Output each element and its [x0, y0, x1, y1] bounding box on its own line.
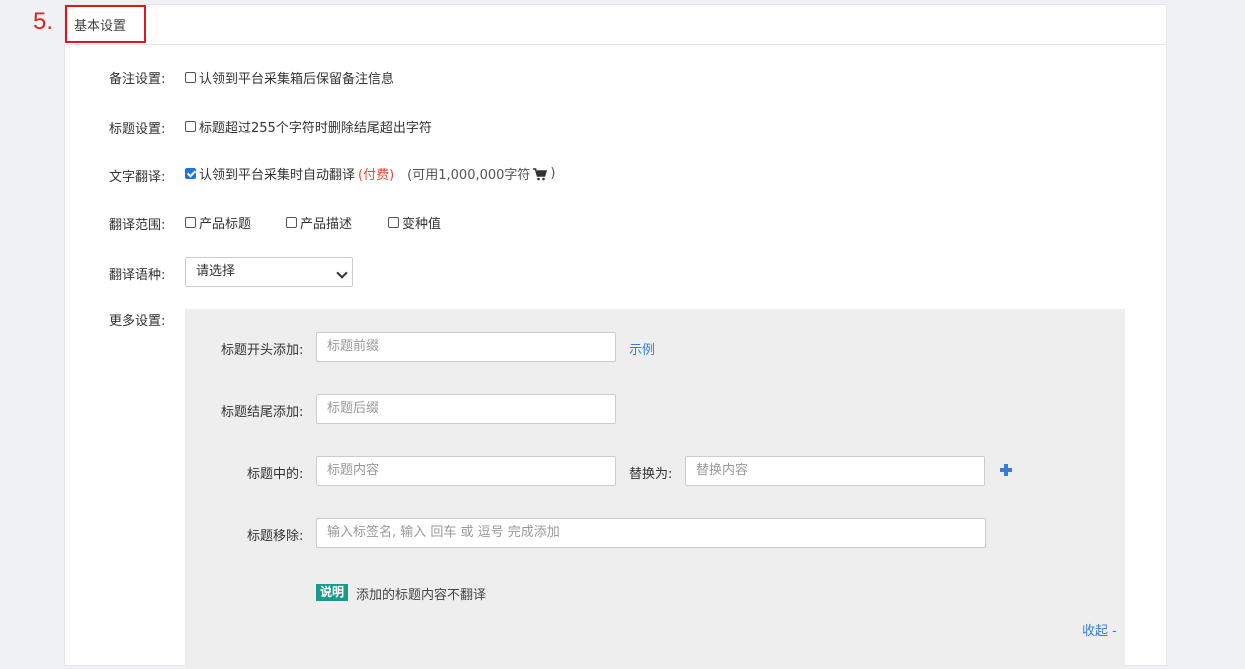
scope-product-desc-box[interactable] [286, 217, 297, 228]
title-contains-input[interactable]: 标题内容 [316, 456, 616, 486]
remark-checkbox-label: 认领到平台采集箱后保留备注信息 [199, 72, 395, 87]
translate-lang-label: 翻译语种: [109, 268, 166, 283]
title-truncate-checkbox-box[interactable] [185, 121, 196, 132]
note-tag: 说明 [316, 584, 349, 601]
available-chars: (可用1,000,000字符 [407, 168, 531, 183]
remark-label: 备注设置: [109, 72, 166, 87]
step-number: 5. [33, 8, 54, 35]
available-chars-close: ) [550, 166, 556, 181]
note-text: 添加的标题内容不翻译 [356, 588, 487, 603]
paid-note: (付费) [358, 168, 395, 183]
add-replace-rule-icon[interactable] [1000, 464, 1012, 476]
scope-product-title-label: 产品标题 [199, 217, 252, 232]
title-suffix-label: 标题结尾添加: [221, 405, 304, 420]
translate-lang-selected: 请选择 [196, 264, 236, 279]
cart-icon[interactable] [533, 167, 548, 180]
scope-variant-label: 变种值 [402, 217, 442, 232]
title-prefix-label: 标题开头添加: [221, 343, 304, 358]
collapse-link[interactable]: 收起 - [1082, 620, 1117, 639]
title-remove-input[interactable]: 输入标签名, 输入 回车 或 逗号 完成添加 [316, 518, 986, 548]
scope-product-desc-checkbox[interactable]: 产品描述 [286, 213, 352, 232]
more-settings-area: 标题开头添加: 标题前缀 示例 标题结尾添加: 标题后缀 标题中的: 标题内容 … [185, 309, 1125, 669]
auto-translate-checkbox-box[interactable] [185, 168, 196, 179]
title-prefix-input[interactable]: 标题前缀 [316, 332, 616, 362]
title-contains-label: 标题中的: [247, 467, 304, 482]
title-setting-label: 标题设置: [109, 122, 166, 137]
scope-product-title-checkbox[interactable]: 产品标题 [185, 213, 251, 232]
translate-lang-select[interactable]: 请选择 [185, 257, 353, 287]
panel-header: 基本设置 [65, 5, 1166, 45]
more-settings-label: 更多设置: [109, 314, 166, 329]
highlight-box [65, 5, 146, 43]
replace-with-input[interactable]: 替换内容 [685, 456, 985, 486]
title-suffix-input[interactable]: 标题后缀 [316, 394, 616, 424]
replace-with-label: 替换为: [629, 467, 673, 482]
auto-translate-checkbox-label: 认领到平台采集时自动翻译 [199, 168, 356, 183]
text-translate-label: 文字翻译: [109, 170, 166, 185]
example-link[interactable]: 示例 [629, 339, 655, 358]
title-truncate-checkbox[interactable]: 标题超过255个字符时删除结尾超出字符 [185, 117, 432, 136]
title-truncate-checkbox-label: 标题超过255个字符时删除结尾超出字符 [199, 121, 432, 136]
scope-product-desc-label: 产品描述 [300, 217, 353, 232]
basic-settings-panel: 基本设置 备注设置: 认领到平台采集箱后保留备注信息 标题设置: 标题超过255… [64, 4, 1167, 669]
title-remove-label: 标题移除: [247, 529, 304, 544]
scope-variant-box[interactable] [388, 217, 399, 228]
remark-checkbox[interactable]: 认领到平台采集箱后保留备注信息 [185, 68, 394, 87]
scope-variant-checkbox[interactable]: 变种值 [388, 213, 441, 232]
translate-scope-label: 翻译范围: [109, 218, 166, 233]
remark-checkbox-box[interactable] [185, 72, 196, 83]
scope-product-title-box[interactable] [185, 217, 196, 228]
auto-translate-checkbox[interactable]: 认领到平台采集时自动翻译 (付费) (可用1,000,000字符 ) [185, 164, 555, 183]
chevron-down-icon [336, 267, 348, 279]
